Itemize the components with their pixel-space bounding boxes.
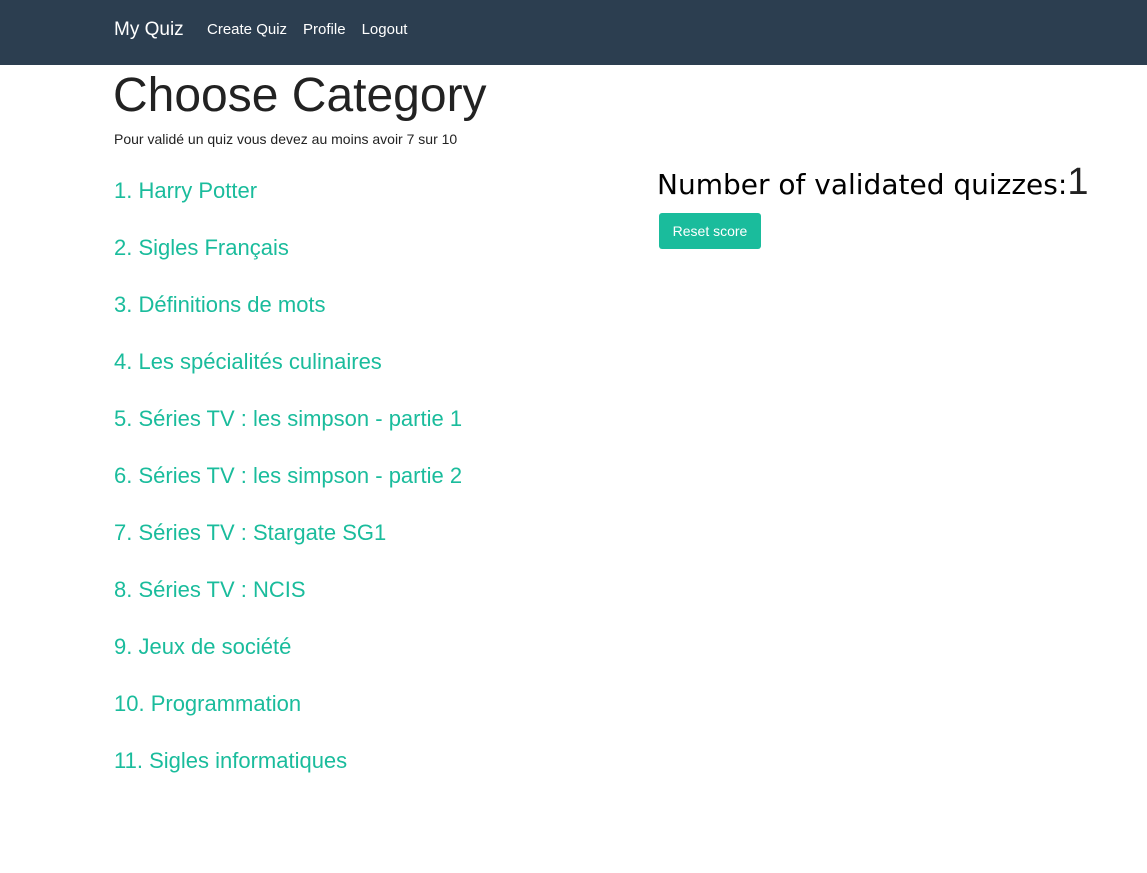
list-item: 11. Sigles informatiques [114, 746, 462, 803]
category-link[interactable]: 9. Jeux de société [114, 634, 291, 659]
navbar: My Quiz Create Quiz Profile Logout [0, 0, 1147, 65]
nav-links: Create Quiz Profile Logout [207, 21, 407, 39]
reset-score-button[interactable]: Reset score [659, 213, 761, 249]
category-link[interactable]: 4. Les spécialités culinaires [114, 349, 382, 374]
nav-link-create-quiz[interactable]: Create Quiz [207, 21, 287, 39]
score-label: Number of validated quizzes: [657, 168, 1068, 201]
category-link[interactable]: 10. Programmation [114, 691, 301, 716]
nav-link-logout[interactable]: Logout [362, 21, 408, 39]
category-link[interactable]: 2. Sigles Français [114, 235, 289, 260]
list-item: 7. Séries TV : Stargate SG1 [114, 518, 462, 575]
nav-link-profile[interactable]: Profile [303, 21, 346, 39]
list-item: 10. Programmation [114, 689, 462, 746]
list-item: 6. Séries TV : les simpson - partie 2 [114, 461, 462, 518]
list-item: 4. Les spécialités culinaires [114, 347, 462, 404]
list-item: 2. Sigles Français [114, 233, 462, 290]
category-list: 1. Harry Potter 2. Sigles Français 3. Dé… [114, 176, 462, 803]
category-link[interactable]: 1. Harry Potter [114, 178, 257, 203]
list-item: 9. Jeux de société [114, 632, 462, 689]
category-link[interactable]: 6. Séries TV : les simpson - partie 2 [114, 463, 462, 488]
category-link[interactable]: 8. Séries TV : NCIS [114, 577, 306, 602]
list-item: 1. Harry Potter [114, 176, 462, 233]
list-item: 8. Séries TV : NCIS [114, 575, 462, 632]
brand-link[interactable]: My Quiz [114, 19, 184, 41]
list-item: 5. Séries TV : les simpson - partie 1 [114, 404, 462, 461]
category-link[interactable]: 3. Définitions de mots [114, 292, 326, 317]
validation-rule-text: Pour validé un quiz vous devez au moins … [114, 131, 458, 147]
score-value: 1 [1067, 161, 1089, 203]
category-link[interactable]: 5. Séries TV : les simpson - partie 1 [114, 406, 462, 431]
category-link[interactable]: 7. Séries TV : Stargate SG1 [114, 520, 386, 545]
page-title: Choose Category [113, 69, 487, 122]
list-item: 3. Définitions de mots [114, 290, 462, 347]
category-link[interactable]: 11. Sigles informatiques [114, 748, 347, 773]
score-panel: Number of validated quizzes:1 Reset scor… [657, 160, 1088, 249]
score-heading: Number of validated quizzes:1 [657, 160, 1088, 209]
